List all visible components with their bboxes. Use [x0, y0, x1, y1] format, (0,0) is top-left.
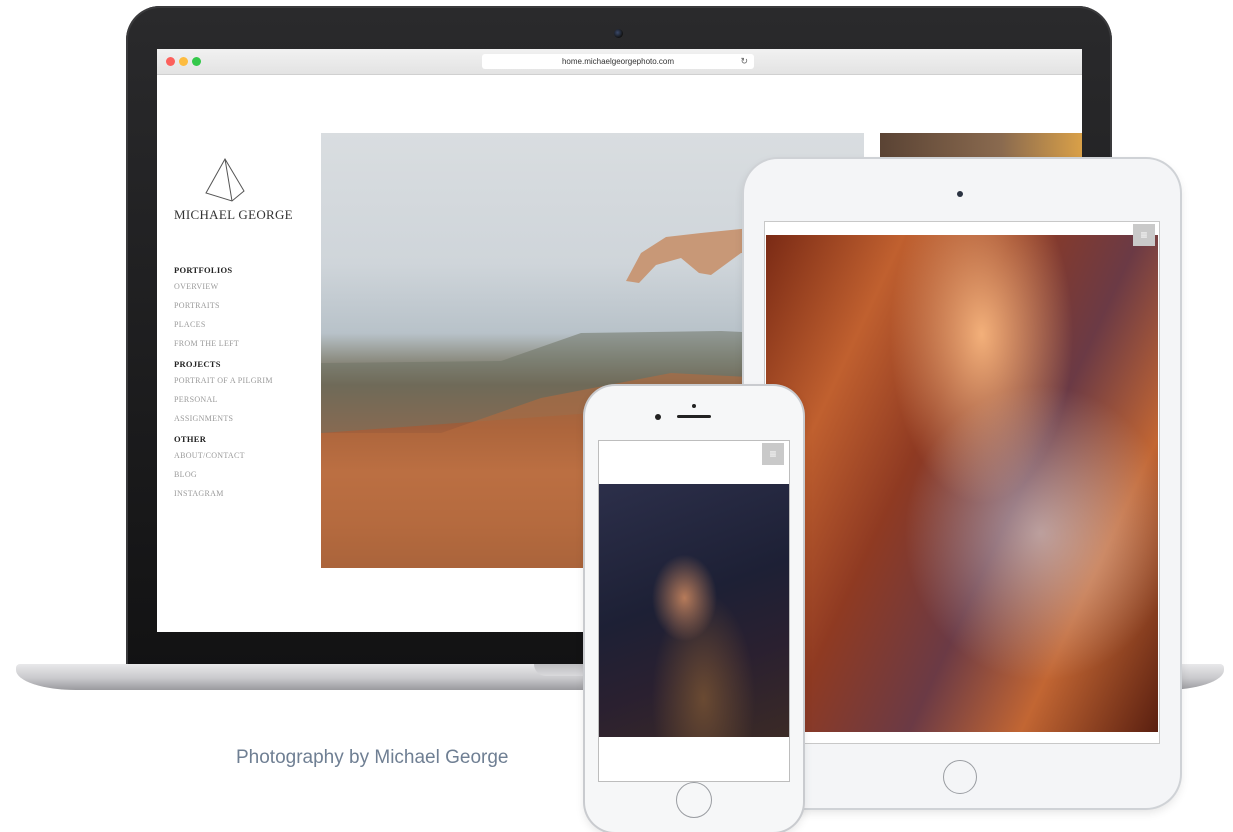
nav-heading-portfolios: PORTFOLIOS — [174, 265, 233, 275]
minimize-window-button[interactable] — [179, 57, 188, 66]
tablet-photo-slot-canyon[interactable] — [766, 235, 1158, 732]
pyramid-logo-icon[interactable] — [202, 157, 248, 203]
nav-item-from-the-left[interactable]: FROM THE LEFT — [174, 334, 314, 353]
browser-toolbar: home.michaelgeorgephoto.com ↻ — [157, 49, 1082, 75]
tablet-frame: ≡ — [744, 159, 1180, 808]
tablet-camera — [957, 191, 963, 197]
phone-camera — [655, 414, 661, 420]
reload-icon[interactable]: ↻ — [740, 54, 748, 69]
nav-item-assignments[interactable]: ASSIGNMENTS — [174, 409, 314, 428]
site-brand-name[interactable]: MICHAEL GEORGE — [174, 207, 314, 223]
nav-item-places[interactable]: PLACES — [174, 315, 314, 334]
nav-item-blog[interactable]: BLOG — [174, 465, 314, 484]
nav-heading-projects: PROJECTS — [174, 359, 221, 369]
site-navigation: PORTFOLIOS OVERVIEW PORTRAITS PLACES FRO… — [174, 259, 314, 503]
nav-item-personal[interactable]: PERSONAL — [174, 390, 314, 409]
address-bar[interactable]: home.michaelgeorgephoto.com ↻ — [482, 54, 754, 69]
nav-heading-other: OTHER — [174, 434, 207, 444]
close-window-button[interactable] — [166, 57, 175, 66]
nav-item-instagram[interactable]: INSTAGRAM — [174, 484, 314, 503]
phone-frame: ≡ — [585, 386, 803, 832]
address-bar-url: home.michaelgeorgephoto.com — [561, 57, 675, 66]
maximize-window-button[interactable] — [192, 57, 201, 66]
phone-sensor — [692, 404, 696, 408]
nav-item-overview[interactable]: OVERVIEW — [174, 277, 314, 296]
phone-screen: ≡ — [598, 440, 790, 782]
phone-speaker — [677, 415, 711, 418]
laptop-camera — [614, 29, 623, 38]
phone-photo-hands-sand[interactable] — [599, 484, 789, 737]
phone-home-button[interactable] — [676, 782, 712, 818]
nav-item-portrait-of-a-pilgrim[interactable]: PORTRAIT OF A PILGRIM — [174, 371, 314, 390]
nav-item-about-contact[interactable]: ABOUT/CONTACT — [174, 446, 314, 465]
tablet-home-button[interactable] — [943, 760, 977, 794]
nav-item-portraits[interactable]: PORTRAITS — [174, 296, 314, 315]
hamburger-menu-icon[interactable]: ≡ — [1133, 224, 1155, 246]
tablet-screen: ≡ — [764, 221, 1160, 744]
photo-credit-caption: Photography by Michael George — [236, 747, 509, 768]
hamburger-menu-icon[interactable]: ≡ — [762, 443, 784, 465]
